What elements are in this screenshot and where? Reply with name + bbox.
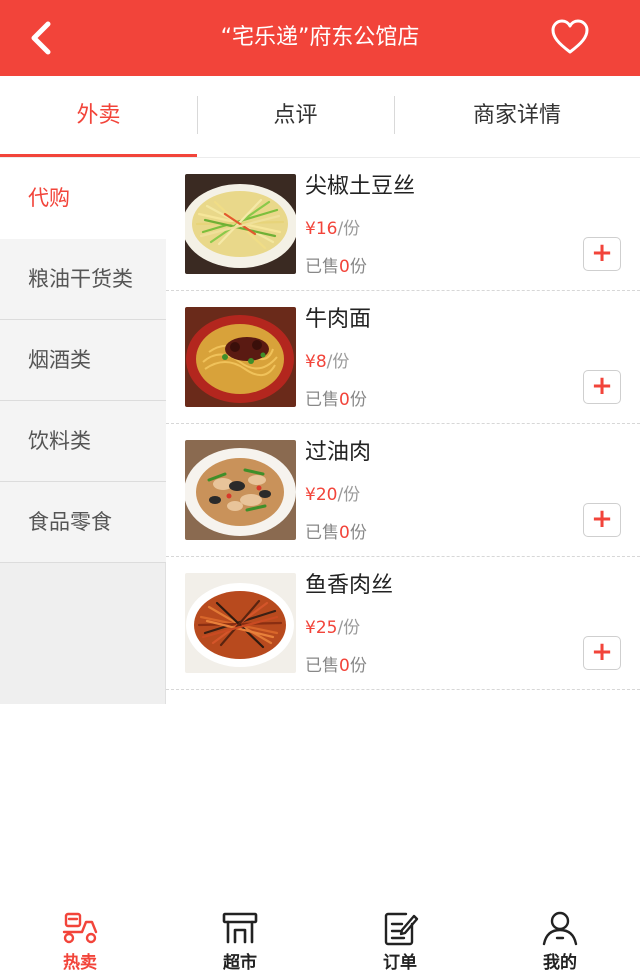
- category-tobacco-liquor[interactable]: 烟酒类: [0, 320, 166, 401]
- product-price: ¥16/份: [305, 214, 360, 239]
- sold-prefix: 已售: [305, 257, 339, 277]
- store-title: “宅乐递”府东公馆店: [220, 25, 420, 50]
- tab-reviews[interactable]: 点评: [197, 76, 394, 158]
- sold-prefix: 已售: [305, 656, 339, 676]
- sold-count: 已售0份: [305, 385, 367, 410]
- sold-count: 已售0份: [305, 518, 367, 543]
- add-to-cart-button[interactable]: +: [583, 503, 621, 537]
- price-unit: /份: [337, 219, 361, 239]
- product-name: 过油肉: [305, 440, 372, 465]
- order-icon: [384, 912, 419, 946]
- price-amount: ¥8: [305, 352, 327, 372]
- shop-icon: [222, 912, 258, 944]
- price-unit: /份: [337, 485, 361, 505]
- product-item[interactable]: 牛肉面 ¥8/份 已售0份 +: [166, 291, 640, 424]
- product-price: ¥25/份: [305, 613, 360, 638]
- tab-takeout[interactable]: 外卖: [0, 76, 197, 158]
- product-image: [185, 440, 296, 540]
- product-price: ¥20/份: [305, 480, 360, 505]
- sold-suffix: 份: [349, 257, 367, 277]
- product-price: ¥8/份: [305, 347, 349, 372]
- app-header: “宅乐递”府东公馆店: [0, 0, 640, 76]
- chevron-left-icon[interactable]: [26, 20, 56, 56]
- add-to-cart-button[interactable]: +: [583, 370, 621, 404]
- sold-number: 0: [339, 523, 350, 543]
- nav-profile[interactable]: 我的: [480, 900, 640, 980]
- product-name: 牛肉面: [305, 307, 372, 332]
- product-name: 鱼香肉丝: [305, 573, 394, 598]
- active-tab-indicator: [0, 154, 197, 157]
- product-image: [185, 573, 296, 673]
- sold-number: 0: [339, 390, 350, 410]
- price-amount: ¥25: [305, 618, 338, 638]
- nav-label: 超市: [223, 953, 257, 973]
- category-grain-oil[interactable]: 粮油干货类: [0, 239, 166, 320]
- nav-orders[interactable]: 订单: [320, 900, 480, 980]
- category-daigou[interactable]: 代购: [0, 158, 166, 239]
- sold-suffix: 份: [349, 390, 367, 410]
- tab-merchant-details[interactable]: 商家详情: [394, 76, 640, 158]
- nav-hot-sale[interactable]: 热卖: [0, 900, 160, 980]
- price-amount: ¥20: [305, 485, 338, 505]
- product-name: 尖椒土豆丝: [305, 174, 416, 199]
- scooter-icon: [62, 912, 98, 944]
- product-item[interactable]: 鱼香肉丝 ¥25/份 已售0份 +: [166, 557, 640, 690]
- add-to-cart-button[interactable]: +: [583, 237, 621, 271]
- price-unit: /份: [326, 352, 350, 372]
- sold-number: 0: [339, 257, 350, 277]
- product-image: [185, 307, 296, 407]
- tab-bar: 外卖 点评 商家详情: [0, 76, 640, 158]
- heart-outline-icon[interactable]: [550, 18, 590, 58]
- sold-prefix: 已售: [305, 390, 339, 410]
- nav-label: 订单: [383, 953, 417, 973]
- sold-count: 已售0份: [305, 651, 367, 676]
- sold-suffix: 份: [349, 656, 367, 676]
- add-to-cart-button[interactable]: +: [583, 636, 621, 670]
- product-item[interactable]: 过油肉 ¥20/份 已售0份 +: [166, 424, 640, 557]
- category-snacks[interactable]: 食品零食: [0, 482, 166, 563]
- nav-label: 热卖: [63, 953, 97, 973]
- sold-suffix: 份: [349, 523, 367, 543]
- product-item[interactable]: 尖椒土豆丝 ¥16/份 已售0份 +: [166, 158, 640, 291]
- price-unit: /份: [337, 618, 361, 638]
- nav-label: 我的: [543, 953, 577, 973]
- user-icon: [542, 911, 578, 946]
- category-drinks[interactable]: 饮料类: [0, 401, 166, 482]
- sold-prefix: 已售: [305, 523, 339, 543]
- category-sidebar: 代购 粮油干货类 烟酒类 饮料类 食品零食: [0, 158, 166, 704]
- price-amount: ¥16: [305, 219, 338, 239]
- nav-supermarket[interactable]: 超市: [160, 900, 320, 980]
- sold-number: 0: [339, 656, 350, 676]
- sold-count: 已售0份: [305, 252, 367, 277]
- product-image: [185, 174, 296, 274]
- bottom-nav: 热卖 超市 订单 我的: [0, 900, 640, 980]
